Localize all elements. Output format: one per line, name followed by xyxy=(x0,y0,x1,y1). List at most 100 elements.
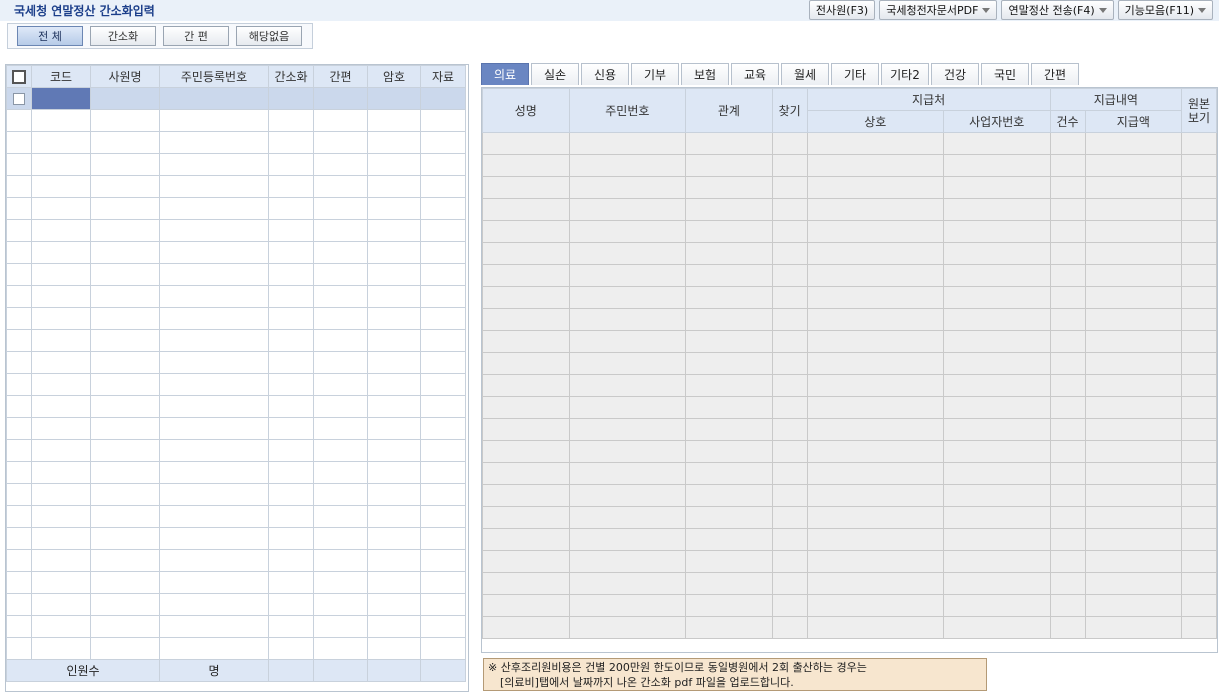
tab-9[interactable]: 건강 xyxy=(931,63,979,85)
table-row[interactable] xyxy=(482,352,1217,375)
table-cell xyxy=(31,527,91,550)
table-row[interactable] xyxy=(482,308,1217,331)
table-row[interactable] xyxy=(6,219,466,242)
table-row[interactable] xyxy=(6,571,466,594)
select-all-checkbox[interactable] xyxy=(12,69,26,84)
table-row[interactable] xyxy=(6,109,466,132)
table-row[interactable] xyxy=(6,329,466,352)
employee-col-header-5[interactable]: 암호 xyxy=(367,65,421,88)
table-row[interactable] xyxy=(482,594,1217,617)
simple-cell[interactable] xyxy=(313,87,368,110)
table-row[interactable] xyxy=(6,263,466,286)
table-row[interactable] xyxy=(482,198,1217,221)
table-row[interactable] xyxy=(6,549,466,572)
chevron-down-icon[interactable] xyxy=(1198,7,1206,13)
table-cell xyxy=(420,549,466,572)
tab-7[interactable]: 기타 xyxy=(831,63,879,85)
password-cell[interactable] xyxy=(367,87,421,110)
table-row[interactable] xyxy=(6,131,466,154)
table-row[interactable] xyxy=(482,550,1217,573)
table-row[interactable] xyxy=(482,396,1217,419)
tab-10[interactable]: 국민 xyxy=(981,63,1029,85)
resident-number-cell[interactable] xyxy=(159,87,269,110)
table-row[interactable] xyxy=(482,220,1217,243)
table-row[interactable] xyxy=(482,462,1217,485)
table-row[interactable] xyxy=(482,418,1217,441)
table-cell xyxy=(1181,132,1217,155)
table-row[interactable] xyxy=(6,153,466,176)
employee-col-header-4[interactable]: 간편 xyxy=(313,65,368,88)
tab-1[interactable]: 실손 xyxy=(531,63,579,85)
filter-button-0[interactable]: 전 체 xyxy=(17,26,83,46)
toolbar-button-3[interactable]: 기능모음(F11) xyxy=(1117,0,1213,20)
employee-name-cell[interactable] xyxy=(90,87,160,110)
filter-button-2[interactable]: 간 편 xyxy=(163,26,229,46)
table-row[interactable] xyxy=(482,374,1217,397)
table-row[interactable] xyxy=(482,154,1217,177)
table-cell xyxy=(6,637,32,660)
table-row[interactable] xyxy=(6,307,466,330)
filter-button-3[interactable]: 해당없음 xyxy=(236,26,302,46)
table-cell xyxy=(6,197,32,220)
employee-col-header-0[interactable]: 코드 xyxy=(31,65,91,88)
tab-3[interactable]: 기부 xyxy=(631,63,679,85)
tab-4[interactable]: 보험 xyxy=(681,63,729,85)
table-row[interactable] xyxy=(6,615,466,638)
table-row[interactable] xyxy=(482,286,1217,309)
employee-input-row[interactable] xyxy=(6,87,466,110)
table-row[interactable] xyxy=(482,440,1217,463)
data-cell[interactable] xyxy=(420,87,466,110)
toolbar-button-0[interactable]: 전사원(F3) xyxy=(808,0,876,20)
tab-8[interactable]: 기타2 xyxy=(881,63,929,85)
table-row[interactable] xyxy=(6,483,466,506)
table-cell xyxy=(90,219,160,242)
table-cell xyxy=(313,175,368,198)
table-row[interactable] xyxy=(6,439,466,462)
table-row[interactable] xyxy=(482,484,1217,507)
chevron-down-icon[interactable] xyxy=(982,7,991,13)
table-row[interactable] xyxy=(482,242,1217,265)
table-row[interactable] xyxy=(6,175,466,198)
row-checkbox[interactable] xyxy=(13,93,25,105)
table-row[interactable] xyxy=(482,528,1217,551)
chevron-down-icon[interactable] xyxy=(1098,7,1107,13)
toolbar-button-1[interactable]: 국세청전자문서PDF xyxy=(879,0,998,20)
table-row[interactable] xyxy=(6,527,466,550)
table-row[interactable] xyxy=(482,264,1217,287)
table-row[interactable] xyxy=(482,176,1217,199)
table-row[interactable] xyxy=(482,616,1217,639)
simplified-cell[interactable] xyxy=(268,87,314,110)
table-row[interactable] xyxy=(6,417,466,440)
table-row[interactable] xyxy=(482,572,1217,595)
table-cell xyxy=(159,461,269,484)
tab-6[interactable]: 월세 xyxy=(781,63,829,85)
table-row[interactable] xyxy=(6,197,466,220)
footer-cell xyxy=(367,659,421,682)
table-row[interactable] xyxy=(482,330,1217,353)
table-cell xyxy=(482,484,570,507)
table-cell xyxy=(31,329,91,352)
table-row[interactable] xyxy=(6,285,466,308)
table-row[interactable] xyxy=(6,395,466,418)
table-row[interactable] xyxy=(6,461,466,484)
tab-2[interactable]: 신용 xyxy=(581,63,629,85)
employee-col-header-6[interactable]: 자료 xyxy=(420,65,466,88)
table-row[interactable] xyxy=(6,637,466,660)
tab-11[interactable]: 간편 xyxy=(1031,63,1079,85)
table-row[interactable] xyxy=(6,351,466,374)
employee-col-header-2[interactable]: 주민등록번호 xyxy=(159,65,269,88)
employee-col-header-1[interactable]: 사원명 xyxy=(90,65,160,88)
tab-5[interactable]: 교육 xyxy=(731,63,779,85)
toolbar-button-2[interactable]: 연말정산 전송(F4) xyxy=(1001,0,1114,20)
filter-button-1[interactable]: 간소화 xyxy=(90,26,156,46)
table-row[interactable] xyxy=(482,506,1217,529)
tab-0[interactable]: 의료 xyxy=(481,63,529,85)
code-cell[interactable] xyxy=(31,87,91,110)
employee-col-header-3[interactable]: 간소화 xyxy=(268,65,314,88)
headcount-unit: 명 xyxy=(159,659,269,682)
table-row[interactable] xyxy=(6,241,466,264)
table-row[interactable] xyxy=(6,373,466,396)
table-row[interactable] xyxy=(6,593,466,616)
table-row[interactable] xyxy=(482,132,1217,155)
table-row[interactable] xyxy=(6,505,466,528)
